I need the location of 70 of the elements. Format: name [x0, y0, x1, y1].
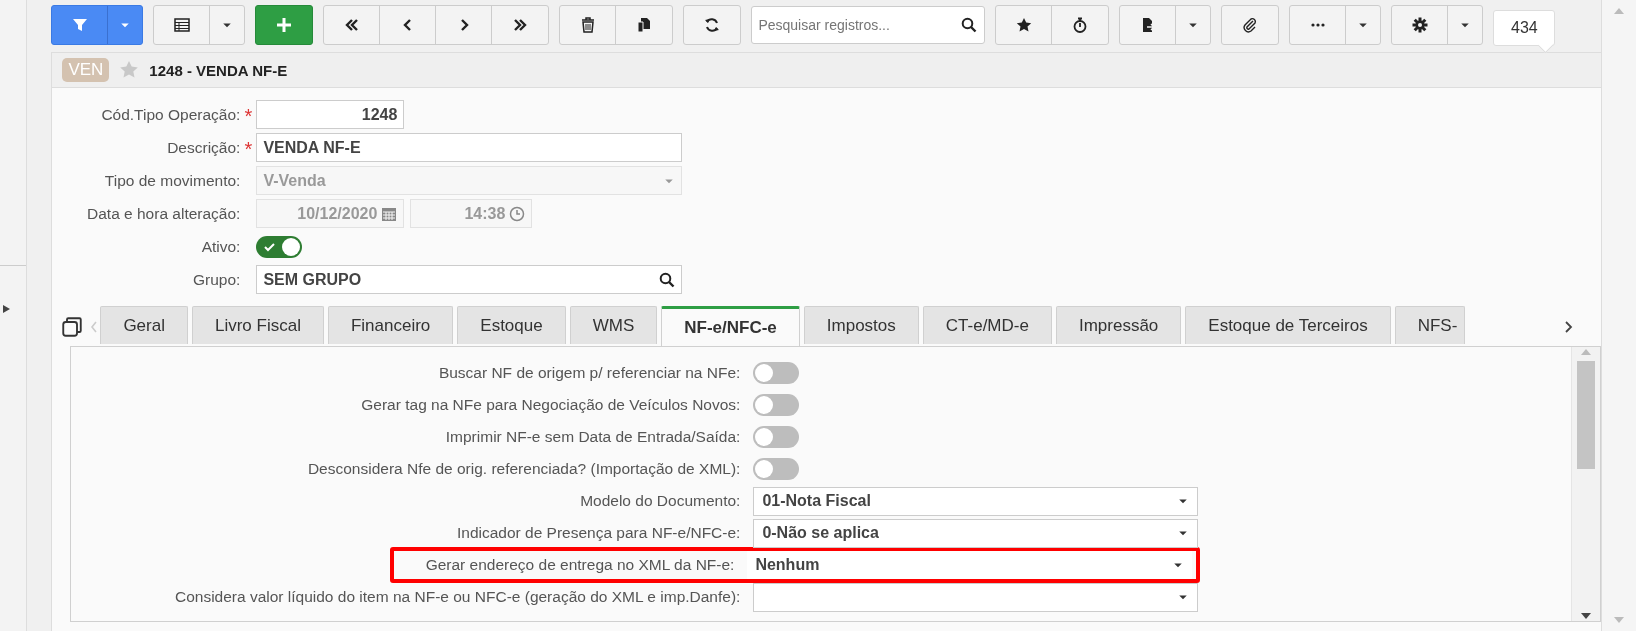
tab[interactable]: CT-e/MD-e: [922, 306, 1052, 344]
tab[interactable]: Geral: [100, 306, 188, 344]
tab[interactable]: Impressão: [1055, 306, 1182, 344]
toggle-switch[interactable]: [256, 235, 303, 258]
paperclip-icon: [1242, 17, 1259, 33]
field-label: Imprimir NF-e sem Data de Entrada/Saída:: [444, 428, 741, 446]
tab[interactable]: Financeiro: [327, 306, 454, 344]
chevron-right-icon: [1562, 320, 1575, 334]
field-label: Cód.Tipo Operação:: [100, 105, 241, 124]
record-title: 1248 - VENDA NF-E: [149, 61, 288, 79]
required-mark: *: [243, 104, 254, 128]
text-field[interactable]: VENDA NF-E: [256, 133, 683, 162]
lookup-field[interactable]: SEM GRUPO: [256, 265, 683, 294]
tab[interactable]: Estoque: [457, 306, 566, 344]
tab[interactable]: NF-e/NFC-e: [661, 306, 800, 346]
settings-icon: [1411, 17, 1428, 33]
page-scrollbar[interactable]: [1601, 0, 1636, 631]
field-label: Tipo de movimento:: [103, 171, 241, 190]
field-label: Grupo:: [192, 270, 241, 289]
tab[interactable]: WMS: [569, 306, 658, 344]
field-label: Modelo do Documento:: [579, 492, 741, 510]
double-chevron-left-icon: [343, 17, 360, 33]
field-label: Buscar NF de origem p/ referenciar na NFe:: [437, 364, 741, 382]
star-icon: [1015, 17, 1032, 33]
copy-icon: [636, 17, 653, 33]
field-label: Gerar tag na NFe para Negociação de Veículos Novos:: [360, 396, 741, 414]
triangle-icon: [2, 304, 11, 314]
select-field[interactable]: 0-Não se aplica: [753, 518, 1199, 548]
copy-icon: [62, 317, 83, 337]
stopwatch-icon: [1072, 17, 1089, 33]
scroll-up-icon: [1613, 6, 1626, 16]
plus-icon: [276, 17, 293, 33]
required-mark: *: [243, 137, 254, 161]
field-label: Descrição:: [166, 138, 241, 157]
search-field[interactable]: Pesquisar registros...: [751, 6, 986, 44]
field-label: Ativo:: [200, 237, 241, 256]
field-label: Desconsidera Nfe de orig. referenciada? (Importação de XML):: [306, 460, 741, 478]
field-label: Considera valor líquido do item na NF-e ou NFC-e (geração do XML e imp.Danfe):: [173, 588, 741, 606]
toggle-switch[interactable]: [753, 394, 800, 416]
calendar-icon: [381, 205, 398, 222]
module-badge: VEN: [62, 58, 110, 82]
select-field[interactable]: Nenhum: [747, 551, 1193, 579]
select-field[interactable]: [753, 582, 1199, 612]
tab[interactable]: Estoque de Terceiros: [1185, 306, 1391, 344]
tab[interactable]: NFS-: [1394, 306, 1465, 344]
field-label: Gerar endereço de entrega no XML da NF-e:: [424, 556, 735, 574]
toggle-switch[interactable]: [753, 458, 800, 480]
star-icon: [119, 60, 140, 80]
filter-icon: [71, 17, 88, 33]
clock-icon: [509, 205, 526, 222]
check-icon: [263, 240, 276, 253]
toggle-switch[interactable]: [753, 426, 800, 448]
trash-icon: [579, 17, 596, 33]
scrollbar-thumb[interactable]: [1577, 361, 1596, 469]
field-label: Data e hora alteração:: [86, 204, 241, 223]
text-field[interactable]: 1248: [256, 100, 405, 129]
scroll-down-icon: [1580, 611, 1593, 621]
search-icon: [961, 17, 978, 33]
table-icon: [173, 17, 190, 33]
double-chevron-right-icon: [512, 17, 529, 33]
scroll-up-icon: [1580, 347, 1593, 357]
toggle-switch[interactable]: [753, 362, 800, 384]
field-label: Indicador de Presença para NF-e/NFC-e:: [455, 524, 741, 542]
select-field[interactable]: 01-Nota Fiscal: [753, 486, 1199, 516]
search-icon: [659, 271, 676, 288]
tab[interactable]: Impostos: [803, 306, 919, 344]
scroll-down-icon: [1613, 615, 1626, 625]
scrollbar[interactable]: [1571, 347, 1601, 621]
tab[interactable]: Livro Fiscal: [191, 306, 324, 344]
refresh-icon: [704, 17, 721, 33]
